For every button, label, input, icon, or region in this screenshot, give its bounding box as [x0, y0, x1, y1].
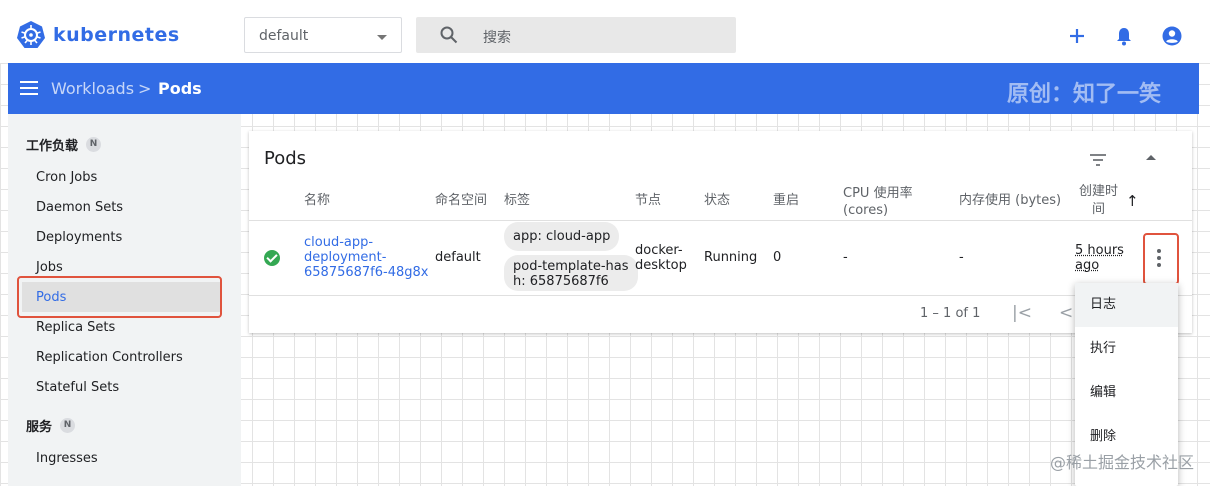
sidebar-item-ingresses[interactable]: Ingresses	[36, 451, 98, 466]
pod-namespace: default	[435, 250, 481, 265]
sort-arrow-icon[interactable]: ↑	[1126, 193, 1139, 209]
brand-name: kubernetes	[53, 24, 180, 46]
column-header-status[interactable]: 状态	[704, 193, 730, 209]
author-watermark: 原创：知了一笑	[1006, 82, 1161, 107]
pods-card: Pods 名称 命名空间 标签 节点 状态 重启 CPU 使用率 (cores)…	[249, 131, 1192, 333]
highlight-box-actions	[1143, 233, 1179, 285]
sidebar-item-daemon-sets[interactable]: Daemon Sets	[36, 200, 123, 215]
column-header-cpu: CPU 使用率	[843, 186, 913, 201]
highlight-box-pods	[17, 276, 222, 318]
column-header-restarts: 重启	[773, 193, 800, 208]
sidebar-category-label: 服务	[26, 420, 53, 435]
column-header-labels: 标签	[504, 193, 531, 208]
pod-name-link-line3[interactable]: 65875687f6-48g8x	[304, 265, 428, 280]
sidebar-item-stateful-sets[interactable]: Stateful Sets	[36, 380, 119, 395]
account-button[interactable]	[1161, 25, 1183, 51]
menu-item-logs[interactable]: 日志	[1075, 283, 1178, 327]
label-chip: app: cloud-app	[504, 222, 620, 251]
label-chip-line: h: 65875687f6	[513, 274, 609, 289]
pod-node-line2: desktop	[635, 258, 687, 273]
label-chip: pod-template-has h: 65875687f6	[504, 255, 638, 291]
column-header-name[interactable]: 名称	[304, 193, 330, 209]
chevron-down-icon	[377, 35, 387, 40]
search-icon	[440, 26, 458, 44]
pod-name-link-line2[interactable]: deployment-	[304, 250, 386, 265]
pod-age-line2: ago	[1075, 258, 1100, 273]
sidebar-item-replica-sets[interactable]: Replica Sets	[36, 320, 115, 335]
top-bar: kubernetes default 搜索	[0, 0, 1210, 63]
check-circle-icon	[264, 250, 280, 266]
namespace-value: default	[259, 28, 309, 44]
search-input[interactable]: 搜索	[416, 17, 736, 53]
namespaced-badge: N	[60, 418, 76, 433]
sidebar-item-cron-jobs[interactable]: Cron Jobs	[36, 170, 97, 185]
first-page-icon[interactable]: |<	[1012, 303, 1032, 323]
account-icon	[1162, 26, 1182, 46]
previous-page-icon[interactable]: <	[1059, 303, 1073, 323]
filter-icon[interactable]	[1089, 153, 1107, 167]
sidebar-item-replication-controllers[interactable]: Replication Controllers	[36, 350, 183, 365]
column-header-cpu-unit: (cores)	[843, 203, 889, 218]
menu-item-exec[interactable]: 执行	[1075, 327, 1178, 371]
breadcrumb-pods: Pods	[158, 79, 202, 98]
column-header-memory: 内存使用 (bytes)	[959, 193, 1062, 208]
pod-age-line1: 5 hours	[1075, 243, 1124, 258]
search-placeholder: 搜索	[483, 30, 511, 46]
label-chip-line: pod-template-has	[513, 259, 629, 274]
breadcrumb-workloads[interactable]: Workloads	[51, 79, 134, 98]
create-button[interactable]	[1066, 25, 1088, 51]
notifications-button[interactable]	[1113, 25, 1135, 51]
pod-status: Running	[704, 250, 758, 265]
sidebar-category-label: 工作负载	[26, 139, 79, 154]
kubernetes-wheel-icon	[17, 21, 45, 48]
menu-item-edit[interactable]: 编辑	[1075, 371, 1178, 415]
bell-icon	[1117, 28, 1131, 46]
collapse-icon[interactable]	[1146, 155, 1156, 160]
pod-memory: -	[959, 250, 964, 265]
pod-node-line1: docker-	[635, 243, 683, 258]
sidebar-item-deployments[interactable]: Deployments	[36, 230, 122, 245]
site-watermark: @稀土掘金技术社区	[1049, 453, 1194, 472]
column-header-created-cont: 间	[1092, 202, 1106, 217]
row-divider	[249, 295, 1192, 296]
plus-icon	[1070, 29, 1084, 43]
column-header-created[interactable]: 创建时	[1079, 184, 1118, 200]
sidebar-category-services[interactable]: 服务 N	[26, 416, 76, 435]
column-header-namespace[interactable]: 命名空间	[435, 193, 487, 209]
pod-restarts: 0	[773, 250, 782, 265]
pagination-range: 1 – 1 of 1	[920, 306, 981, 321]
menu-icon[interactable]	[20, 81, 38, 95]
pod-name-link-line1[interactable]: cloud-app-	[304, 235, 373, 250]
namespaced-badge: N	[86, 137, 102, 152]
kubernetes-logo[interactable]: kubernetes	[16, 20, 180, 50]
column-header-node: 节点	[635, 193, 662, 208]
breadcrumb-separator: >	[138, 79, 152, 98]
sidebar-category-workloads[interactable]: 工作负载 N	[26, 135, 102, 154]
sidebar-item-jobs[interactable]: Jobs	[36, 260, 63, 275]
card-title: Pods	[264, 148, 307, 169]
page-header: Workloads > Pods 原创：知了一笑	[8, 63, 1199, 114]
header-divider	[249, 220, 1192, 221]
pod-cpu: -	[843, 250, 848, 265]
namespace-select[interactable]: default	[244, 17, 402, 53]
